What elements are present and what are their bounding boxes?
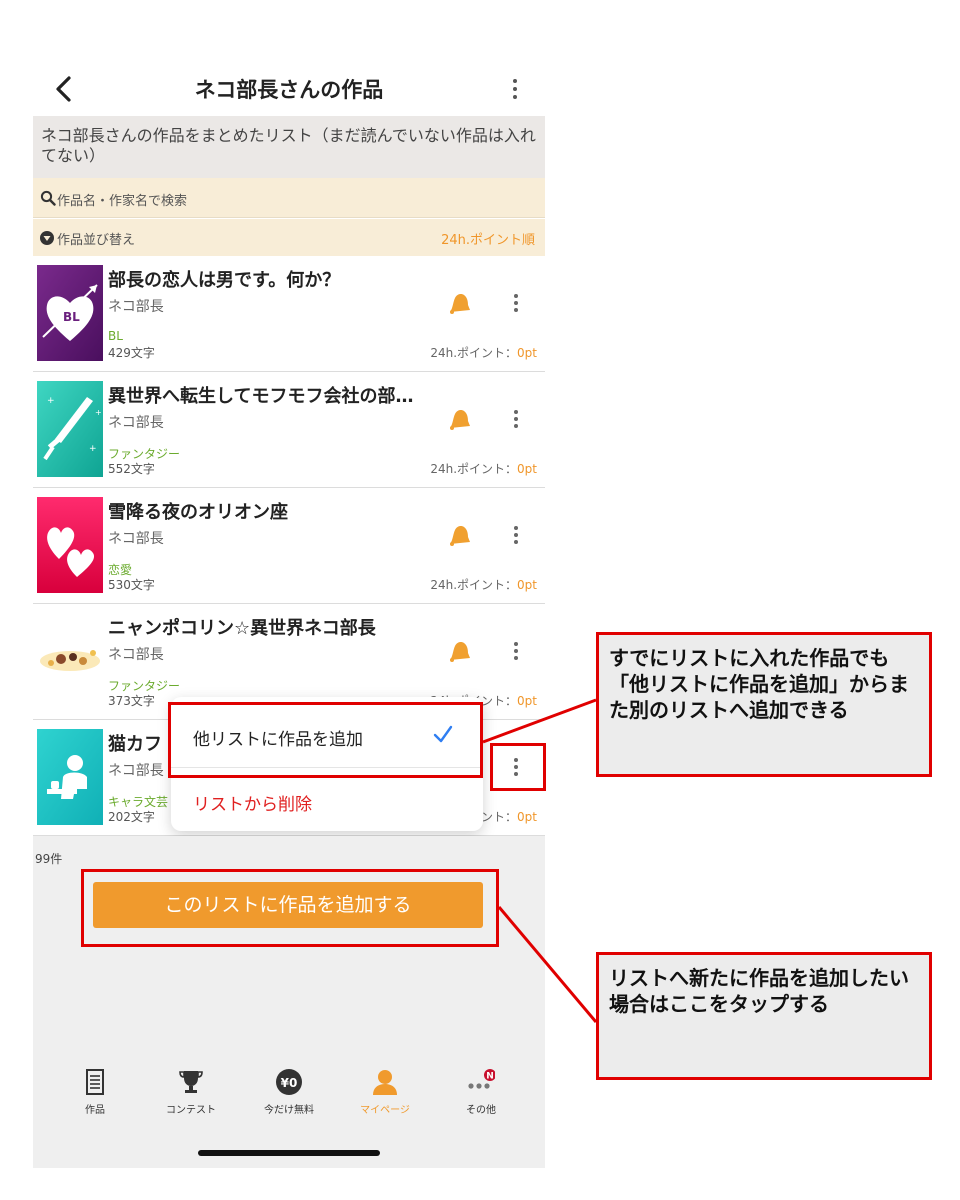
search-placeholder: 作品名・作家名で検索 xyxy=(57,194,188,209)
bottom-tab-bar: 作品 コンテスト ¥0 今だけ無料 マイページ N その他 xyxy=(33,1056,545,1126)
tab-label: その他 xyxy=(466,1105,496,1116)
bell-icon[interactable] xyxy=(446,406,472,432)
phone-screen: ネコ部長さんの作品 ネコ部長さんの作品をまとめたリスト（まだ読んでいない作品は入… xyxy=(33,0,545,1168)
work-title[interactable]: ニャンポコリン☆異世界ネコ部長 xyxy=(108,614,376,640)
tab-label: コンテスト xyxy=(166,1105,216,1116)
svg-text:¥0: ¥0 xyxy=(281,1076,298,1090)
work-count: 99件 xyxy=(35,852,63,866)
highlight-add-to-other-list xyxy=(168,702,483,778)
work-author: ネコ部長 xyxy=(108,647,164,663)
cover-sword-icon: + + + xyxy=(37,381,103,477)
sort-label: 作品並び替え xyxy=(57,233,136,248)
work-char-count: 429文字 xyxy=(108,346,155,360)
annotation-note-top: すでにリストに入れた作品でも「他リストに作品を追加」からまた別のリストへ追加でき… xyxy=(596,632,932,777)
svg-text:+: + xyxy=(89,444,97,454)
more-dots-icon: N xyxy=(468,1069,495,1089)
annotation-note-bottom: リストへ新たに作品を追加したい場合はここをタップする xyxy=(596,952,932,1080)
work-title[interactable]: 雪降る夜のオリオン座 xyxy=(108,498,288,524)
cover-bl-icon: BL xyxy=(37,265,103,361)
list-description: ネコ部長さんの作品をまとめたリスト（まだ読んでいない作品は入れてない） xyxy=(33,116,545,178)
person-icon xyxy=(373,1070,397,1095)
document-icon xyxy=(86,1069,104,1095)
page-title: ネコ部長さんの作品 xyxy=(194,78,384,102)
tab-contest[interactable]: コンテスト xyxy=(151,1056,231,1126)
svg-text:N: N xyxy=(486,1072,494,1082)
tab-works[interactable]: 作品 xyxy=(55,1056,135,1126)
work-author: ネコ部長 xyxy=(108,763,164,779)
work-title[interactable]: 猫カフ xyxy=(108,730,162,756)
home-indicator xyxy=(198,1150,380,1156)
bell-icon[interactable] xyxy=(446,522,472,548)
tab-mypage[interactable]: マイページ xyxy=(345,1056,425,1126)
tab-free-now[interactable]: ¥0 今だけ無料 xyxy=(249,1056,329,1126)
cover-cafe-icon xyxy=(37,729,103,825)
search-icon xyxy=(40,190,56,206)
work-title[interactable]: 異世界へ転生してモフモフ会社の部… xyxy=(108,382,413,408)
tab-label: 作品 xyxy=(85,1105,105,1116)
search-bar[interactable]: 作品名・作家名で検索 xyxy=(33,178,545,218)
work-points: 24h.ポイント：0pt xyxy=(430,346,537,360)
item-menu-icon[interactable] xyxy=(510,640,522,662)
work-points: ント：0pt xyxy=(481,810,537,824)
app-header: ネコ部長さんの作品 xyxy=(33,62,545,116)
work-title[interactable]: 部長の恋人は男です。何か？ xyxy=(108,266,340,292)
cover-hearts-icon xyxy=(37,497,103,593)
work-points: 24h.ポイント：0pt xyxy=(430,462,537,476)
tab-label: 今だけ無料 xyxy=(264,1105,314,1116)
item-menu-icon[interactable] xyxy=(510,524,522,546)
sort-bar[interactable]: 作品並び替え 24h.ポイント順 xyxy=(33,219,545,256)
remove-from-list-option[interactable]: リストから削除 xyxy=(193,790,312,815)
tab-label: マイページ xyxy=(360,1105,410,1116)
cover-food-icon xyxy=(37,613,103,709)
work-item[interactable]: + + + 異世界へ転生してモフモフ会社の部… ネコ部長 ファンタジー 552文字 … xyxy=(33,372,545,488)
work-char-count: 373文字 xyxy=(108,694,155,708)
work-author: ネコ部長 xyxy=(108,531,164,547)
work-char-count: 552文字 xyxy=(108,462,155,476)
highlight-add-button xyxy=(81,869,499,947)
bell-icon[interactable] xyxy=(446,638,472,664)
sort-dropdown-icon xyxy=(40,231,54,245)
svg-text:BL: BL xyxy=(63,310,80,324)
item-menu-icon[interactable] xyxy=(510,292,522,314)
item-menu-icon[interactable] xyxy=(510,408,522,430)
work-author: ネコ部長 xyxy=(108,415,164,431)
work-points: 24h.ポイント：0pt xyxy=(430,578,537,592)
more-vertical-icon[interactable] xyxy=(507,76,523,102)
work-author: ネコ部長 xyxy=(108,299,164,315)
tab-others[interactable]: N その他 xyxy=(441,1056,521,1126)
highlight-item-menu xyxy=(490,743,546,791)
sort-value: 24h.ポイント順 xyxy=(441,233,535,248)
svg-text:+: + xyxy=(95,408,102,417)
trophy-icon xyxy=(179,1071,203,1093)
svg-text:+: + xyxy=(47,396,55,406)
bell-icon[interactable] xyxy=(446,290,472,316)
work-genre: BL xyxy=(108,329,123,343)
work-char-count: 202文字 xyxy=(108,810,155,824)
work-item[interactable]: BL 部長の恋人は男です。何か？ ネコ部長 BL 429文字 24h.ポイント：… xyxy=(33,256,545,372)
work-item[interactable]: 雪降る夜のオリオン座 ネコ部長 恋愛 530文字 24h.ポイント：0pt xyxy=(33,488,545,604)
yen-coin-icon: ¥0 xyxy=(276,1069,302,1095)
work-char-count: 530文字 xyxy=(108,578,155,592)
